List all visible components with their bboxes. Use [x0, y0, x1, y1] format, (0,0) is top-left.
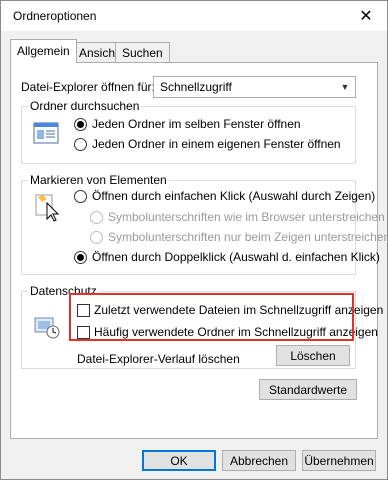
radio-double-click[interactable] — [74, 251, 87, 264]
restore-defaults-label: Standardwerte — [268, 382, 348, 397]
open-in-label: Datei-Explorer öffnen für: — [21, 80, 155, 94]
privacy-shield-icon — [33, 312, 61, 340]
radio-double-click-label[interactable]: Öffnen durch Doppelklick (Auswahl d. ein… — [92, 250, 380, 264]
clear-history-label: Datei-Explorer-Verlauf löschen — [77, 352, 240, 366]
clear-history-button[interactable]: Löschen — [276, 345, 350, 366]
window-title: Ordneroptionen — [13, 9, 97, 23]
close-button[interactable]: ✕ — [345, 1, 387, 31]
click-items-legend: Markieren von Elementen — [28, 173, 169, 187]
radio-same-window[interactable] — [74, 118, 87, 131]
pointer-click-icon — [35, 193, 61, 223]
browse-folders-legend: Ordner durchsuchen — [28, 99, 142, 113]
radio-underline-browser-label[interactable]: Symbolunterschriften wie im Browser unte… — [108, 210, 385, 224]
open-in-dropdown[interactable]: Schnellzugriff ▼ — [153, 76, 356, 98]
tab-label: Suchen — [122, 46, 163, 60]
radio-same-window-label[interactable]: Jeden Ordner im selben Fenster öffnen — [92, 117, 301, 131]
close-icon: ✕ — [359, 8, 373, 25]
radio-underline-browser[interactable] — [90, 211, 103, 224]
radio-single-click[interactable] — [74, 190, 87, 203]
cancel-button[interactable]: Abbrechen — [222, 450, 296, 471]
highlight-annotation — [69, 293, 354, 341]
browse-folders-group: Ordner durchsuchen Jeden Ordner im selbe… — [21, 99, 356, 164]
tab-allgemein[interactable]: Allgemein — [10, 39, 77, 63]
radio-underline-hover[interactable] — [90, 231, 103, 244]
tab-label: Allgemein — [17, 44, 70, 58]
chevron-down-icon: ▼ — [340, 82, 350, 92]
tab-label: Ansicht — [79, 46, 119, 60]
window-layout-icon — [33, 121, 59, 145]
ok-button-label: OK — [170, 453, 188, 468]
general-tab-panel: Datei-Explorer öffnen für: Schnellzugrif… — [10, 62, 388, 439]
open-in-value: Schnellzugriff — [160, 80, 232, 94]
cancel-button-label: Abbrechen — [229, 453, 289, 468]
ok-button[interactable]: OK — [142, 450, 216, 471]
apply-button[interactable]: Übernehmen — [302, 450, 376, 471]
radio-own-window[interactable] — [74, 138, 87, 151]
radio-own-window-label[interactable]: Jeden Ordner in einem eigenen Fenster öf… — [92, 137, 341, 151]
apply-button-label: Übernehmen — [304, 453, 374, 468]
clear-history-button-label: Löschen — [290, 348, 336, 363]
restore-defaults-button[interactable]: Standardwerte — [259, 379, 357, 400]
radio-underline-hover-label[interactable]: Symbolunterschriften nur beim Zeigen unt… — [108, 230, 388, 244]
folder-options-dialog: Ordneroptionen ✕ Allgemein Ansicht Suche… — [0, 0, 388, 480]
radio-single-click-label[interactable]: Öffnen durch einfachen Klick (Auswahl du… — [92, 189, 375, 203]
tab-suchen[interactable]: Suchen — [115, 42, 170, 62]
click-items-group: Markieren von Elementen Öffnen durch ein… — [21, 173, 388, 275]
title-bar[interactable]: Ordneroptionen ✕ — [1, 1, 387, 31]
tab-strip: Allgemein Ansicht Suchen — [1, 39, 387, 63]
